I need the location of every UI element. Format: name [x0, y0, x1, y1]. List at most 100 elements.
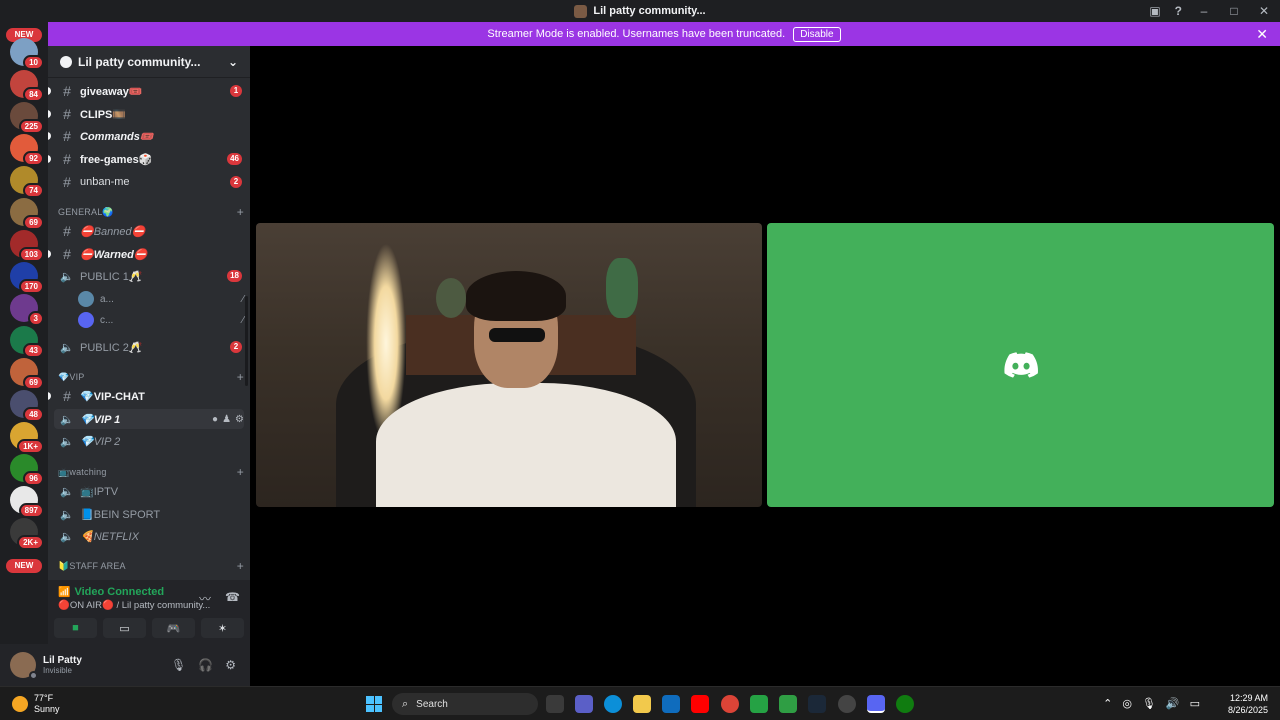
steam-icon[interactable]: [808, 695, 826, 713]
headphones-icon[interactable]: 🎧: [198, 658, 213, 672]
taskbar-search[interactable]: ⌕ Search: [392, 693, 538, 715]
channel-commands[interactable]: # Commands🎟️: [48, 126, 244, 146]
video-tile-avatar[interactable]: [767, 223, 1274, 507]
voice-channel-public2[interactable]: 🔈 PUBLIC 2🥂 2: [54, 337, 244, 357]
app-icon[interactable]: [838, 695, 856, 713]
voice-channel-vip2[interactable]: 🔈 💎VIP 2: [54, 431, 244, 451]
add-channel-icon[interactable]: +: [237, 370, 244, 384]
xbox-icon[interactable]: [896, 695, 914, 713]
chat-bubble-icon[interactable]: ●: [212, 414, 218, 425]
file-explorer-icon[interactable]: [633, 695, 651, 713]
server-icon[interactable]: 43: [10, 326, 44, 358]
server-mention-badge: 69: [23, 215, 44, 230]
voice-channel-public1[interactable]: 🔈 PUBLIC 1🥂 18: [54, 266, 244, 286]
server-icon[interactable]: 69: [10, 198, 44, 230]
avatar[interactable]: [10, 652, 38, 680]
chrome-icon[interactable]: [721, 695, 739, 713]
category-general[interactable]: GENERAL🌍 +: [58, 204, 244, 220]
server-icon[interactable]: 103: [10, 230, 44, 262]
avatar: [78, 312, 94, 328]
disconnect-icon[interactable]: ☎: [225, 590, 240, 607]
server-icon[interactable]: 74: [10, 166, 44, 198]
screen-share-icon[interactable]: ▣: [1149, 4, 1160, 18]
add-channel-icon[interactable]: +: [237, 465, 244, 479]
voice-channel-iptv[interactable]: 🔈 📺IPTV: [54, 481, 244, 501]
server-icon[interactable]: 170: [10, 262, 44, 294]
outlook-icon[interactable]: [662, 695, 680, 713]
server-icon[interactable]: 2K+: [10, 518, 44, 550]
video-tile-camera[interactable]: [256, 223, 762, 507]
webcam-person-hair: [466, 271, 566, 321]
server-icon[interactable]: 92: [10, 134, 44, 166]
noise-suppression-icon[interactable]: 〰: [199, 590, 211, 607]
server-icon[interactable]: 84: [10, 70, 44, 102]
close-icon[interactable]: ✕: [1256, 26, 1268, 43]
teams-icon[interactable]: [575, 695, 593, 713]
server-icon[interactable]: 10: [10, 38, 44, 70]
status-indicator: [29, 671, 38, 680]
edge-icon[interactable]: [604, 695, 622, 713]
server-icon[interactable]: 1K+: [10, 422, 44, 454]
voice-channel-vip1[interactable]: 🔈 💎VIP 1 ● ♟ ⚙: [54, 409, 244, 429]
invite-icon[interactable]: ♟: [222, 414, 231, 425]
user-info[interactable]: Lil Patty Invisible: [43, 655, 171, 675]
windows-taskbar: 77°F Sunny ⌕ Search ⌃ ◎ 🎙 🔊 ▭ 12:29 AM 8…: [0, 686, 1280, 720]
discord-taskbar-icon[interactable]: [867, 695, 885, 713]
activities-button[interactable]: 🎮: [152, 618, 195, 638]
add-channel-icon[interactable]: +: [237, 559, 244, 573]
minimize-button[interactable]: –: [1196, 4, 1212, 18]
voice-user[interactable]: c... ⁄: [78, 310, 244, 330]
help-icon[interactable]: ?: [1175, 4, 1182, 18]
server-icon[interactable]: 225: [10, 102, 44, 134]
volume-icon[interactable]: 🔊: [1166, 697, 1180, 710]
voice-channel-bein-sport[interactable]: 🔈 📘BEIN SPORT: [54, 504, 244, 524]
voice-user[interactable]: a... ⁄: [78, 289, 244, 309]
network-icon[interactable]: ◎: [1122, 697, 1132, 710]
windows-start-icon[interactable]: [366, 696, 382, 712]
gear-icon[interactable]: ⚙: [235, 414, 244, 425]
soundboard-button[interactable]: ✶: [201, 618, 244, 638]
channel-banned[interactable]: # ⛔Banned⛔: [54, 221, 244, 241]
channel-clips[interactable]: # CLIPS🎞️: [48, 104, 244, 124]
server-icon[interactable]: 96: [10, 454, 44, 486]
webcam-person-glasses: [489, 328, 545, 342]
battery-icon[interactable]: ▭: [1190, 697, 1200, 710]
microphone-tray-icon[interactable]: 🎙: [1142, 697, 1156, 710]
channel-vip-chat[interactable]: # 💎VIP-CHAT: [48, 386, 244, 406]
youtube-icon[interactable]: [691, 695, 709, 713]
server-icon: [574, 4, 588, 18]
add-channel-icon[interactable]: +: [237, 205, 244, 219]
camera-button[interactable]: ■: [54, 618, 97, 638]
server-icon[interactable]: 69: [10, 358, 44, 390]
taskbar-clock[interactable]: 12:29 AM 8/26/2025: [1228, 692, 1268, 716]
category-staff-area[interactable]: 🔰STAFF AREA +: [58, 558, 244, 574]
xbox-app-icon[interactable]: [779, 695, 797, 713]
category-watching[interactable]: 📺watching +: [58, 464, 244, 480]
server-icon[interactable]: 3: [10, 294, 44, 326]
task-view-icon[interactable]: [546, 695, 564, 713]
server-mention-badge: 69: [23, 375, 44, 390]
voice-channel-netflix[interactable]: 🔈 🍕NETFLIX: [54, 526, 244, 546]
chat-app-icon[interactable]: [750, 695, 768, 713]
channel-unban-me[interactable]: # unban-me 2: [54, 172, 244, 192]
weather-widget[interactable]: 77°F Sunny: [12, 693, 60, 715]
channel-giveaway[interactable]: # giveaway🎟️ 1: [48, 81, 244, 101]
server-icon[interactable]: 48: [10, 390, 44, 422]
gear-icon[interactable]: ⚙: [225, 658, 236, 672]
screen-share-button[interactable]: ▭: [103, 618, 146, 638]
microphone-icon[interactable]: 🎙: [171, 658, 186, 672]
server-icon[interactable]: 897: [10, 486, 44, 518]
chevron-up-icon[interactable]: ⌃: [1103, 697, 1112, 710]
disable-streamer-mode-button[interactable]: Disable: [793, 26, 841, 42]
guild-header[interactable]: Lil patty community... ⌄: [48, 46, 250, 78]
maximize-button[interactable]: □: [1226, 4, 1242, 18]
channel-scrollbar[interactable]: [245, 296, 248, 386]
category-vip[interactable]: 💎VIP +: [58, 369, 244, 385]
new-servers-pill-bottom[interactable]: NEW: [6, 559, 42, 573]
chevron-down-icon[interactable]: ⌄: [228, 55, 238, 69]
channel-free-games[interactable]: # free-games🎲 46: [48, 149, 244, 169]
close-window-button[interactable]: ✕: [1256, 4, 1272, 18]
channel-warned[interactable]: # ⛔Warned⛔: [48, 244, 244, 264]
server-mention-badge: 3: [27, 311, 44, 326]
weather-desc: Sunny: [34, 704, 60, 714]
